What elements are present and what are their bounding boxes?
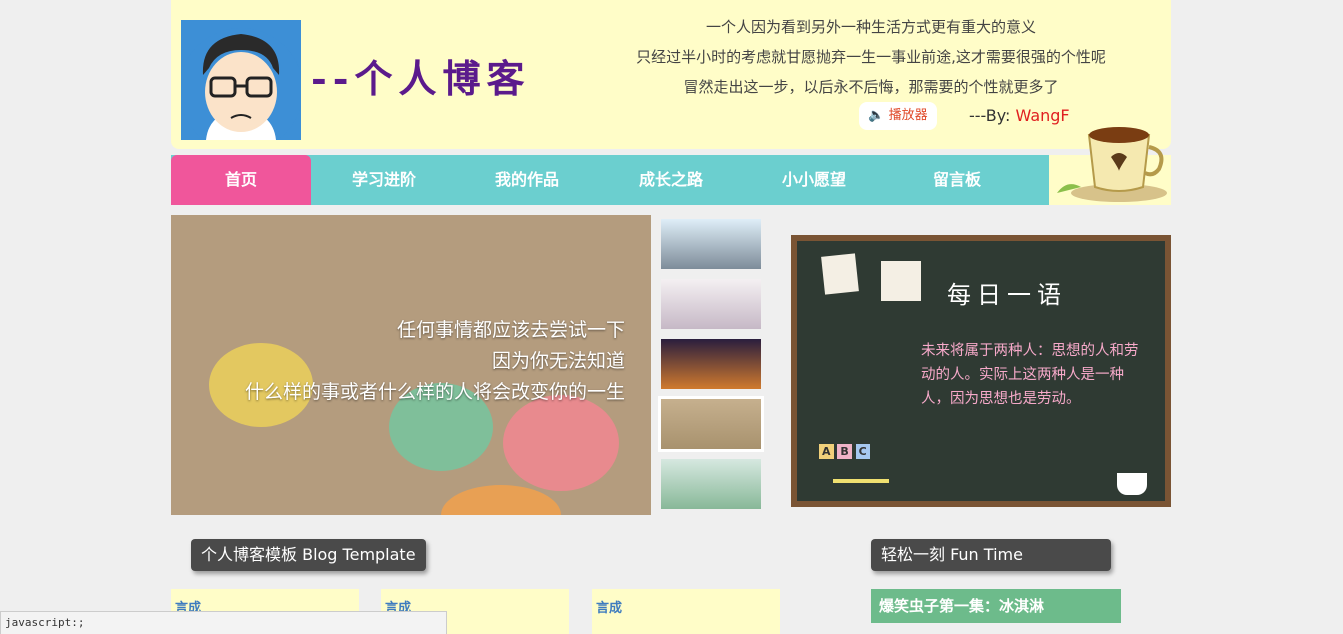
player-label: 播放器 [888,108,928,123]
photo-icon [881,261,921,301]
coffee-cup-icon [1049,95,1171,205]
board-title: 每日一语 [947,281,1067,309]
template-card-title: 言成 [596,601,623,616]
nav-item-learning[interactable]: 学习进阶 [314,155,454,205]
nav-item-works[interactable]: 我的作品 [457,155,597,205]
nav-item-home[interactable]: 首页 [171,155,311,205]
slider-thumb-2[interactable] [661,279,761,329]
chalk-icon [833,479,889,483]
slide-caption-line-3: 什么样的事或者什么样的人将会改变你的一生 [244,381,625,403]
fun-time-section-title: 轻松一刻 Fun Time [871,539,1111,571]
speaker-icon: 🔈 [868,108,885,123]
blog-template-section-title: 个人博客模板 Blog Template [191,539,426,571]
site-logo-text[interactable]: --个人博客 [311,48,531,103]
teacup-icon [1117,473,1147,495]
board-quote-text: 未来将属于两种人：思想的人和劳动的人。实际上这两种人是一种人，因为思想也是劳动。 [921,343,1139,407]
header-quote-3: 冒然走出这一步，以后永不后悔，那需要的个性就更多了 [683,78,1059,96]
image-slider[interactable]: 任何事情都应该去尝试一下 因为你无法知道 什么样的事或者什么样的人将会改变你的一… [171,215,651,515]
nav-item-wishes[interactable]: 小小愿望 [744,155,884,205]
slider-thumb-1[interactable] [661,219,761,269]
daily-quote-board: 每日一语 未来将属于两种人：思想的人和劳动的人。实际上这两种人是一种人，因为思想… [791,235,1171,507]
slider-thumb-5[interactable] [661,459,761,509]
byline-prefix: ---By: [969,106,1016,125]
fun-video-link[interactable]: 爆笑虫子第一集：冰淇淋 [871,589,1121,623]
slide-caption: 任何事情都应该去尝试一下 因为你无法知道 什么样的事或者什么样的人将会改变你的一… [245,315,625,408]
music-player-button[interactable]: 🔈 播放器 [859,102,937,130]
nav-item-growth[interactable]: 成长之路 [601,155,741,205]
browser-status-bar: javascript:; [0,611,447,634]
avatar [181,20,301,140]
template-card-3[interactable]: 言成 [592,589,780,634]
main-nav: 首页 学习进阶 我的作品 成长之路 小小愿望 留言板 [171,127,1171,205]
slide-caption-line-1: 任何事情都应该去尝试一下 [396,319,625,341]
slider-thumb-3[interactable] [661,339,761,389]
abc-blocks-icon: A B C [819,444,870,459]
photo-icon [821,253,859,295]
header-quote-1: 一个人因为看到另外一种生活方式更有重大的意义 [705,18,1036,36]
slide-caption-line-2: 因为你无法知道 [491,350,625,372]
nav-item-guestbook[interactable]: 留言板 [887,155,1027,205]
slider-thumb-4[interactable] [658,396,764,452]
header-quote-2: 只经过半小时的考虑就甘愿抛弃一生一事业前途,这才需要很强的个性呢 [636,48,1106,66]
site-header: --个人博客 一个人因为看到另外一种生活方式更有重大的意义 只经过半小时的考虑就… [171,0,1171,149]
